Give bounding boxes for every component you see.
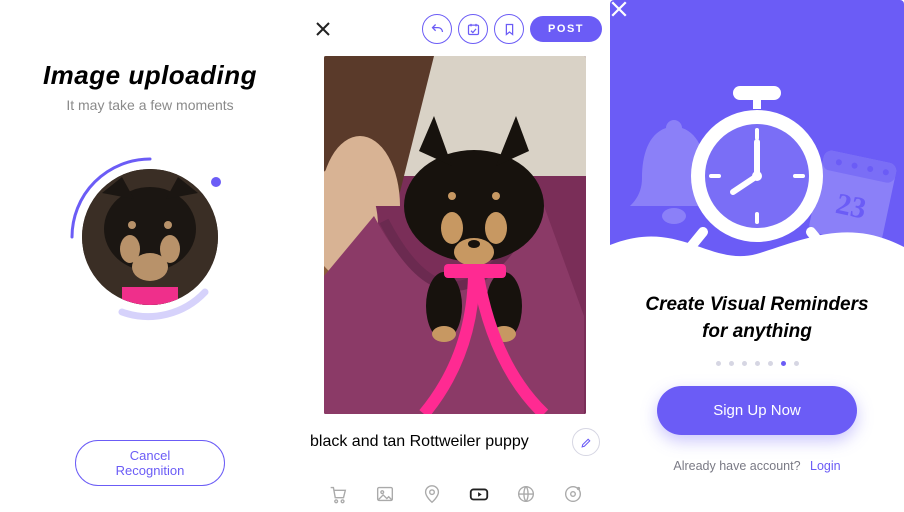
hero-wave	[610, 223, 904, 268]
image-icon	[374, 483, 396, 505]
edit-caption-button[interactable]	[572, 428, 600, 456]
schedule-button[interactable]	[458, 14, 488, 44]
composer-panel: POST	[300, 0, 610, 512]
tool-globe[interactable]	[512, 482, 540, 506]
composer-topbar: POST	[300, 14, 610, 56]
tool-image[interactable]	[371, 482, 399, 506]
upload-panel: Image uploading It may take a few moment…	[0, 0, 300, 512]
upload-thumbnail	[82, 169, 218, 305]
video-icon	[468, 483, 490, 505]
onboarding-close-button[interactable]	[610, 0, 628, 18]
onboarding-panel: 23 Create Visual Reminders for anything	[610, 0, 904, 512]
close-button[interactable]	[308, 14, 338, 44]
close-icon	[610, 0, 628, 18]
onboarding-hero: 23	[610, 0, 904, 268]
bookmark-button[interactable]	[494, 14, 524, 44]
globe-icon	[515, 483, 537, 505]
login-row: Already have account? Login	[610, 459, 904, 473]
upload-title: Image uploading	[0, 60, 300, 91]
tool-location[interactable]	[418, 482, 446, 506]
composer-toolbar	[300, 482, 610, 506]
login-link[interactable]: Login	[810, 459, 841, 473]
calendar-check-icon	[466, 22, 481, 37]
upload-progress	[60, 147, 240, 327]
bookmark-icon	[502, 22, 517, 37]
page-dots[interactable]	[610, 361, 904, 366]
close-icon	[315, 21, 331, 37]
composer-photo[interactable]	[324, 56, 586, 414]
caption-row: black and tan Rottweiler puppy	[300, 414, 610, 456]
cancel-recognition-button[interactable]: Cancel Recognition	[75, 440, 225, 486]
onboarding-title: Create Visual Reminders for anything	[632, 292, 882, 345]
caption-text: black and tan Rottweiler puppy	[310, 433, 529, 451]
tool-video[interactable]	[465, 482, 493, 506]
reply-icon	[430, 22, 445, 37]
upload-subtitle: It may take a few moments	[0, 97, 300, 113]
pin-icon	[421, 483, 443, 505]
disc-icon	[562, 483, 584, 505]
tool-cart[interactable]	[324, 482, 352, 506]
post-button[interactable]: POST	[530, 16, 602, 42]
have-account-text: Already have account?	[673, 459, 800, 473]
cart-icon	[327, 483, 349, 505]
tool-disc[interactable]	[559, 482, 587, 506]
pencil-icon	[580, 436, 593, 449]
reply-button[interactable]	[422, 14, 452, 44]
signup-button[interactable]: Sign Up Now	[657, 386, 857, 435]
